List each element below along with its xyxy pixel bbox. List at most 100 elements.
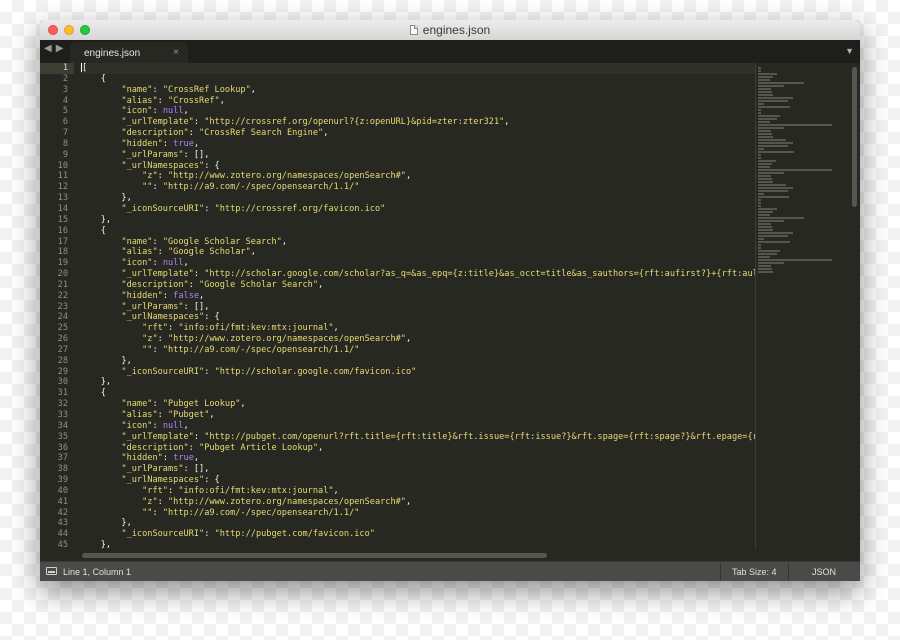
horizontal-scrollbar[interactable] xyxy=(82,553,547,558)
line-number: 39 xyxy=(57,475,68,486)
minimap-line xyxy=(758,127,784,129)
line-number: 32 xyxy=(57,399,68,410)
tab-close-icon[interactable]: × xyxy=(173,47,179,58)
code-line[interactable]: "icon": null, xyxy=(80,258,755,269)
code-line[interactable]: "description": "Google Scholar Search", xyxy=(80,280,755,291)
minimap-line xyxy=(758,103,764,105)
string-token: "_urlParams" xyxy=(121,301,184,312)
string-token: "CrossRef Search Engine" xyxy=(199,128,324,139)
tab-dropdown-icon[interactable]: ▼ xyxy=(845,46,854,56)
constant-token: null xyxy=(162,258,184,269)
line-number: 4 xyxy=(62,95,68,106)
code-line[interactable]: "description": "Pubget Article Lookup", xyxy=(80,443,755,454)
code-line[interactable]: "_urlParams": [], xyxy=(80,150,755,161)
minimap[interactable] xyxy=(758,67,848,277)
code-line[interactable]: "name": "CrossRef Lookup", xyxy=(80,85,755,96)
code-line[interactable]: "hidden": true, xyxy=(80,453,755,464)
minimap-line xyxy=(758,91,772,93)
code-line[interactable]: "rft": "info:ofi/fmt:kev:mtx:journal", xyxy=(80,323,755,334)
code-token: : xyxy=(152,84,163,95)
code-token: }, xyxy=(80,518,132,529)
code-line[interactable]: "_iconSourceURI": "http://crossref.org/f… xyxy=(80,204,755,215)
code-line[interactable]: "": "http://a9.com/-/spec/opensearch/1.1… xyxy=(80,182,755,193)
code-line[interactable]: }, xyxy=(80,540,755,549)
code-line[interactable]: }, xyxy=(80,215,755,226)
vertical-scrollbar[interactable] xyxy=(852,67,857,207)
line-number: 7 xyxy=(62,128,68,139)
code-line[interactable]: "alias": "CrossRef", xyxy=(80,96,755,107)
code-line[interactable]: "alias": "Google Scholar", xyxy=(80,247,755,258)
string-token: "description" xyxy=(121,279,189,290)
code-line[interactable]: "_urlTemplate": "http://crossref.org/ope… xyxy=(80,117,755,128)
code-line[interactable]: }, xyxy=(80,377,755,388)
code-line[interactable]: "alias": "Pubget", xyxy=(80,410,755,421)
code-line[interactable]: "_iconSourceURI": "http://pubget.com/fav… xyxy=(80,529,755,540)
code-line[interactable]: "z": "http://www.zotero.org/namespaces/o… xyxy=(80,171,755,182)
tab-size-selector[interactable]: Tab Size: 4 xyxy=(732,567,777,577)
tab-engines-json[interactable]: engines.json × xyxy=(70,42,188,63)
forward-arrow-icon[interactable]: ▶ xyxy=(56,43,68,54)
string-token: "http://pubget.com/favicon.ico" xyxy=(214,529,375,540)
code-token: : xyxy=(152,399,163,410)
code-line[interactable]: "_urlNamespaces": { xyxy=(80,475,755,486)
code-token: : [], xyxy=(183,149,210,160)
code-line[interactable]: }, xyxy=(80,193,755,204)
minimap-line xyxy=(758,85,785,87)
code-line[interactable]: { xyxy=(80,388,755,399)
code-line[interactable]: "": "http://a9.com/-/spec/opensearch/1.1… xyxy=(80,345,755,356)
code-line[interactable]: "z": "http://www.zotero.org/namespaces/o… xyxy=(80,334,755,345)
syntax-selector[interactable]: JSON xyxy=(812,567,836,577)
minimap-line xyxy=(758,178,772,180)
code-line[interactable]: "description": "CrossRef Search Engine", xyxy=(80,128,755,139)
code-line[interactable]: "icon": null, xyxy=(80,421,755,432)
string-token: "" xyxy=(142,182,153,193)
line-number: 27 xyxy=(57,344,68,355)
code-line[interactable]: [ xyxy=(80,63,755,74)
line-number: 34 xyxy=(57,420,68,431)
code-line[interactable]: "_iconSourceURI": "http://scholar.google… xyxy=(80,367,755,378)
code-line[interactable]: "_urlTemplate": "http://pubget.com/openu… xyxy=(80,432,755,443)
string-token: "description" xyxy=(121,128,189,139)
panel-toggle-icon[interactable] xyxy=(46,567,57,575)
code-line[interactable]: "_urlParams": [], xyxy=(80,464,755,475)
minimap-line xyxy=(758,193,764,195)
code-line[interactable]: }, xyxy=(80,518,755,529)
line-number: 19 xyxy=(57,258,68,269)
code-line[interactable]: "z": "http://www.zotero.org/namespaces/o… xyxy=(80,497,755,508)
string-token: "http://crossref.org/favicon.ico" xyxy=(214,203,386,214)
back-arrow-icon[interactable]: ◀ xyxy=(44,43,56,54)
code-line[interactable]: "rft": "info:ofi/fmt:kev:mtx:journal", xyxy=(80,486,755,497)
string-token: "z" xyxy=(142,334,158,345)
code-token: , xyxy=(199,290,205,301)
minimap-line xyxy=(758,247,761,249)
minimap-line xyxy=(758,130,772,132)
code-line[interactable]: "icon": null, xyxy=(80,106,755,117)
editor-area[interactable]: 1 2 3 4 5 6 7 8 9 10 11 12 13 14 15 16 17 18 19 20 21 22 23 24 2… xyxy=(40,63,860,561)
minimap-line xyxy=(758,166,770,168)
code-line[interactable]: "_urlNamespaces": { xyxy=(80,161,755,172)
code-token: , xyxy=(281,236,287,247)
minimap-line xyxy=(758,118,777,120)
code-line[interactable]: "_urlTemplate": "http://scholar.google.c… xyxy=(80,269,755,280)
code-line[interactable]: "_urlNamespaces": { xyxy=(80,312,755,323)
code-line[interactable]: { xyxy=(80,226,755,237)
code-token: { xyxy=(80,225,106,236)
code-line[interactable]: { xyxy=(80,74,755,85)
code-view[interactable]: [ { "name": "CrossRef Lookup", "alias": … xyxy=(80,63,755,549)
code-line[interactable]: }, xyxy=(80,356,755,367)
line-number: 18 xyxy=(57,247,68,258)
status-divider xyxy=(720,564,721,580)
code-line[interactable]: "name": "Pubget Lookup", xyxy=(80,399,755,410)
code-line[interactable]: "_urlParams": [], xyxy=(80,302,755,313)
code-line[interactable]: "": "http://a9.com/-/spec/opensearch/1.1… xyxy=(80,508,755,519)
line-number: 36 xyxy=(57,442,68,453)
code-line[interactable]: "name": "Google Scholar Search", xyxy=(80,237,755,248)
minimap-line xyxy=(758,115,780,117)
code-line[interactable]: "hidden": false, xyxy=(80,291,755,302)
code-line[interactable]: "hidden": true, xyxy=(80,139,755,150)
code-token: : { xyxy=(204,160,220,171)
